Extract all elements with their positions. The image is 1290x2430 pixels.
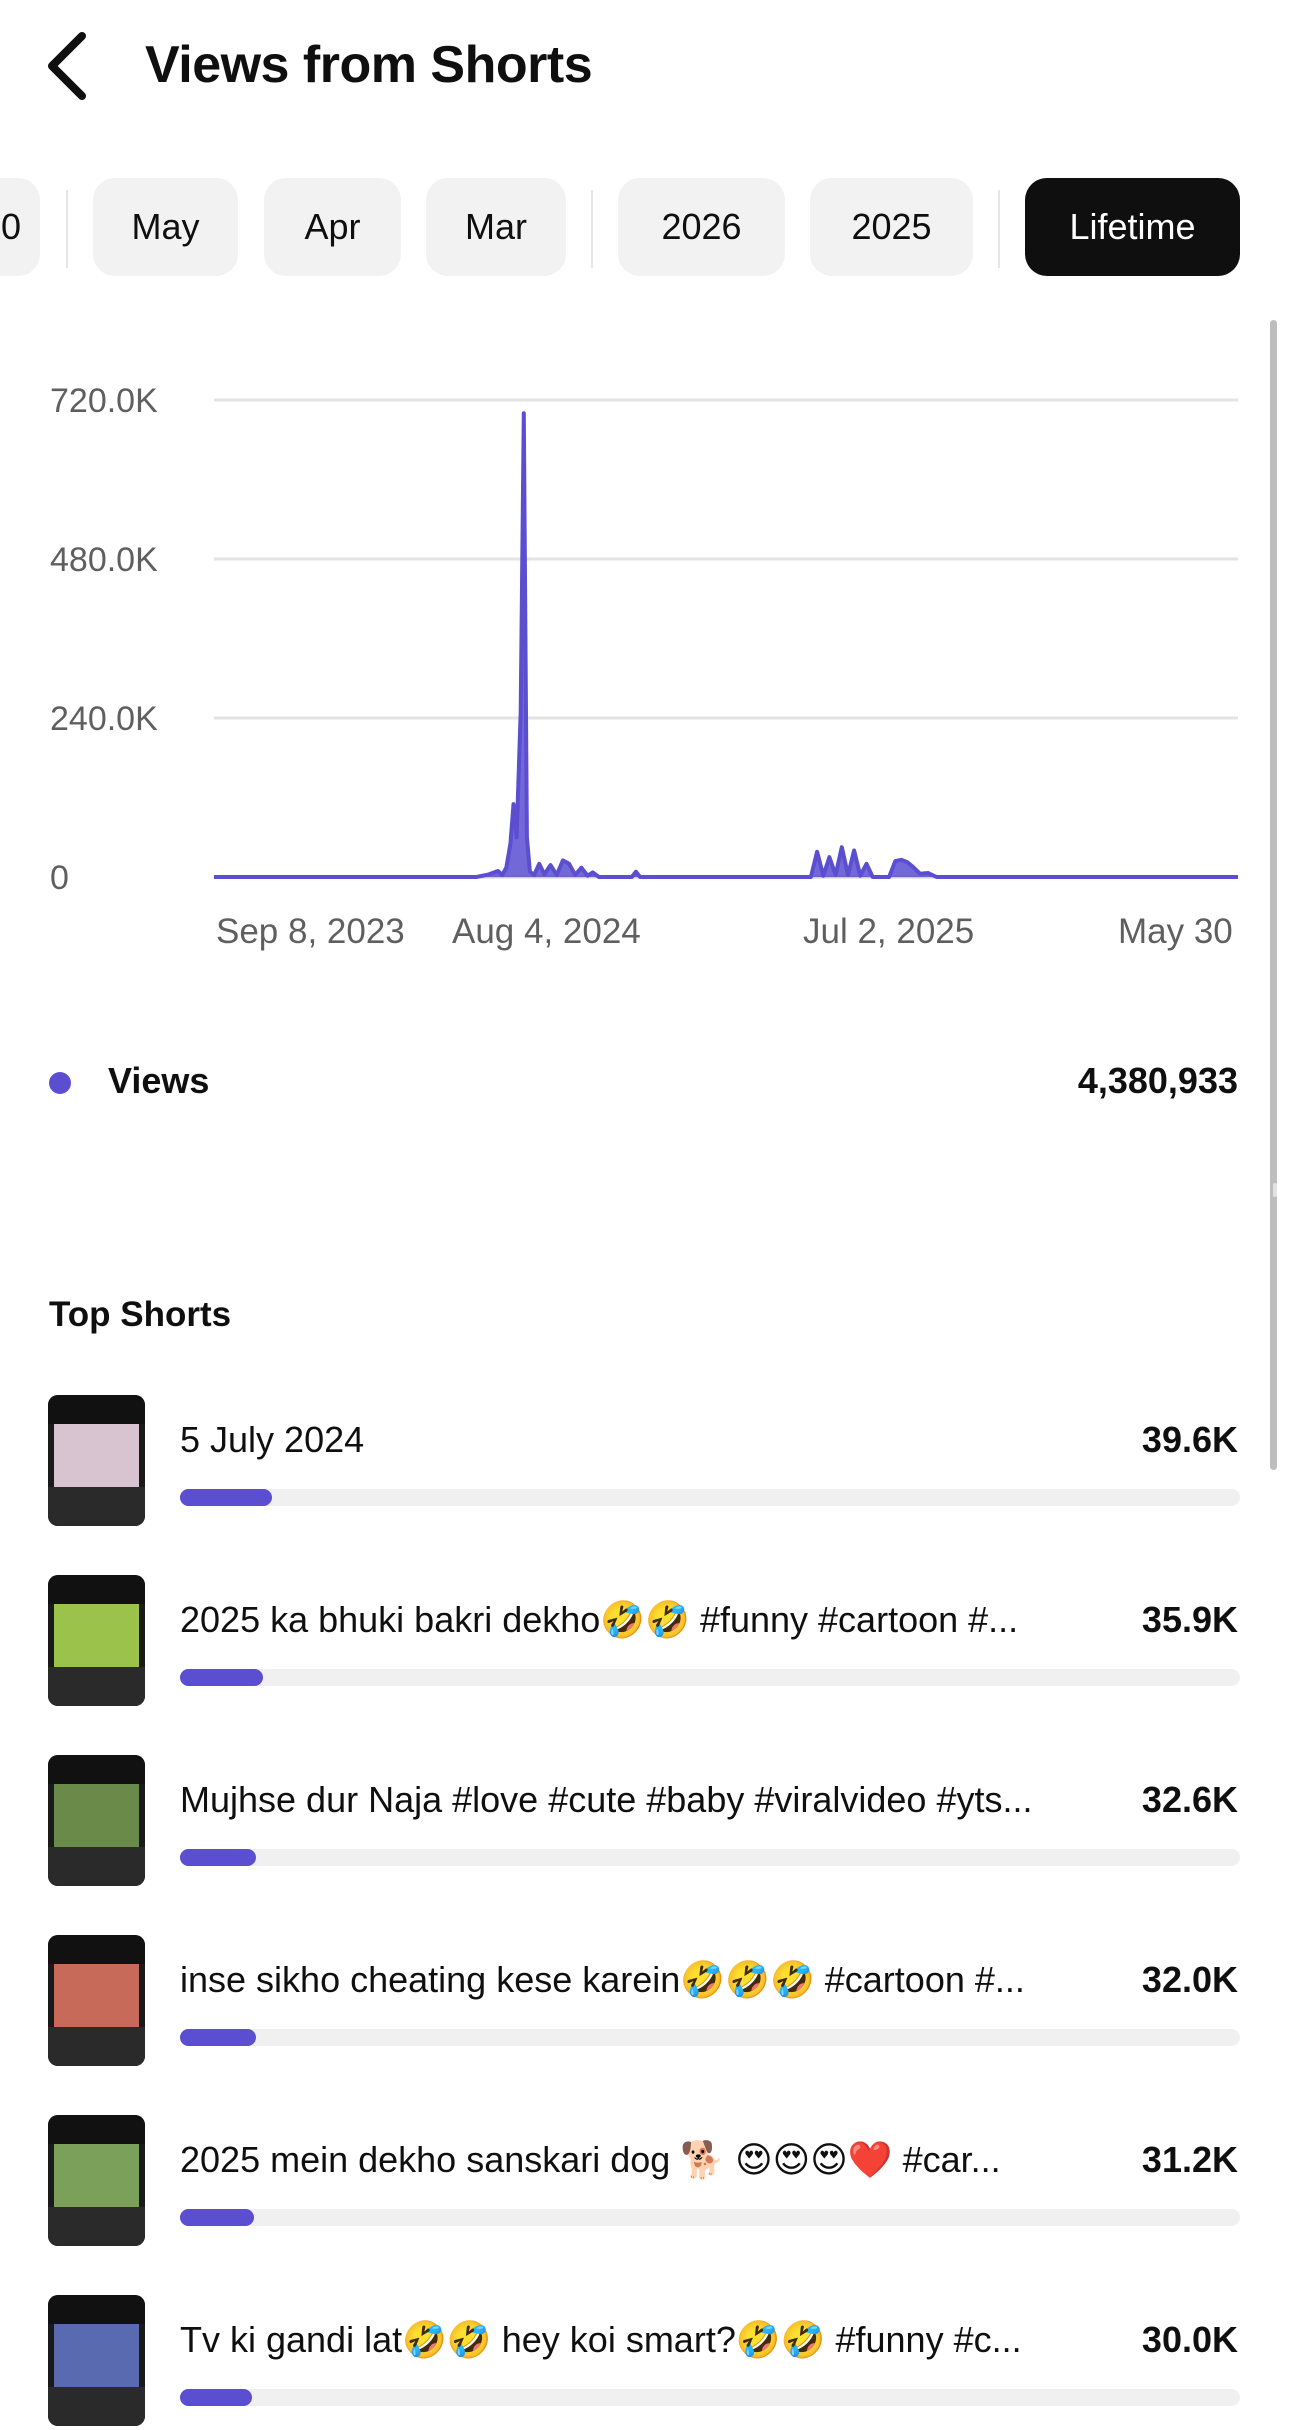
y-tick-label: 720.0K — [50, 382, 158, 420]
x-tick-label: Jul 2, 2025 — [803, 912, 974, 951]
views-bar-fill — [180, 2029, 257, 2046]
thumbnail-bottom — [48, 1486, 145, 1526]
chip-divider — [591, 190, 593, 268]
chart-svg: 720.0K 480.0K 240.0K 0 Sep 8, 2023 Aug 4, 202… — [50, 382, 1238, 951]
chip-partial[interactable]: 0 — [0, 178, 40, 276]
chip-2026[interactable]: 2026 — [618, 178, 785, 276]
x-tick-label: May 30 — [1118, 912, 1233, 951]
video-thumbnail[interactable] — [48, 2115, 145, 2246]
short-views: 39.6K — [1141, 1419, 1238, 1460]
short-title: inse sikho cheating kese karein🤣🤣🤣 #cart… — [180, 1959, 1025, 2000]
thumbnail-bottom — [48, 2206, 145, 2246]
chip-divider — [66, 190, 68, 268]
y-tick-label: 0 — [50, 859, 69, 897]
scrollbar-marker — [1273, 1183, 1277, 1197]
views-bar-track — [180, 1669, 1240, 1686]
views-bar-track — [180, 2209, 1240, 2226]
views-bar-fill — [180, 2389, 253, 2406]
video-thumbnail[interactable] — [48, 1935, 145, 2066]
thumbnail-top — [48, 1935, 145, 1964]
chip-apr[interactable]: Apr — [264, 178, 401, 276]
list-item[interactable]: inse sikho cheating kese karein🤣🤣🤣 #cart… — [0, 1935, 1290, 2070]
views-bar-track — [180, 1489, 1240, 1506]
x-tick-label: Sep 8, 2023 — [216, 912, 405, 951]
views-bar-fill — [180, 1489, 273, 1506]
video-thumbnail[interactable] — [48, 1395, 145, 1526]
views-bar-track — [180, 2029, 1240, 2046]
list-item[interactable]: 2025 ka bhuki bakri dekho🤣🤣 #funny #cart… — [0, 1575, 1290, 1710]
section-title-top-shorts: Top Shorts — [49, 1295, 232, 1334]
series-area — [214, 413, 1238, 877]
thumbnail-image — [53, 2143, 140, 2207]
video-thumbnail[interactable] — [48, 1575, 145, 1706]
thumbnail-top — [48, 2115, 145, 2144]
chart-legend: Views 4,380,933 — [0, 1050, 1290, 1110]
views-bar-fill — [180, 2209, 255, 2226]
page-title: Views from Shorts — [145, 36, 593, 94]
chevron-left-icon — [48, 32, 86, 100]
thumbnail-top — [48, 1395, 145, 1424]
thumbnail-image — [53, 1603, 140, 1667]
thumbnail-top — [48, 2295, 145, 2324]
views-bar-fill — [180, 1849, 257, 1866]
legend-dot — [49, 1072, 71, 1094]
views-bar-fill — [180, 1669, 263, 1686]
x-tick-label: Aug 4, 2024 — [452, 912, 641, 951]
video-thumbnail[interactable] — [48, 2295, 145, 2426]
short-title: Tv ki gandi lat🤣🤣 hey koi smart?🤣🤣 #funn… — [180, 2319, 1022, 2360]
y-tick-label: 480.0K — [50, 541, 158, 579]
views-chart: 720.0K 480.0K 240.0K 0 Sep 8, 2023 Aug 4, 202… — [0, 340, 1290, 980]
list-item[interactable]: Tv ki gandi lat🤣🤣 hey koi smart?🤣🤣 #funn… — [0, 2295, 1290, 2430]
short-views: 35.9K — [1141, 1599, 1238, 1640]
list-item[interactable]: 5 July 2024 39.6K — [0, 1395, 1290, 1530]
thumbnail-image — [53, 1423, 140, 1487]
thumbnail-bottom — [48, 1666, 145, 1706]
list-item[interactable]: Mujhse dur Naja #love #cute #baby #viral… — [0, 1755, 1290, 1890]
legend-label: Views — [108, 1060, 210, 1101]
short-title: 2025 ka bhuki bakri dekho🤣🤣 #funny #cart… — [180, 1599, 1019, 1640]
short-title: Mujhse dur Naja #love #cute #baby #viral… — [180, 1779, 1033, 1820]
views-bar-track — [180, 2389, 1240, 2406]
short-views: 32.0K — [1141, 1959, 1238, 2000]
list-item[interactable]: 2025 mein dekho sanskari dog 🐕 😍😍😍❤️ #ca… — [0, 2115, 1290, 2250]
thumbnail-bottom — [48, 1846, 145, 1886]
short-title: 5 July 2024 — [180, 1419, 365, 1460]
thumbnail-image — [53, 1963, 140, 2027]
thumbnail-top — [48, 1755, 145, 1784]
chip-lifetime[interactable]: Lifetime — [1025, 178, 1240, 276]
thumbnail-image — [53, 2323, 140, 2387]
y-tick-label: 240.0K — [50, 700, 158, 738]
short-views: 32.6K — [1141, 1779, 1238, 1820]
series-line-views — [214, 411, 1238, 879]
video-thumbnail[interactable] — [48, 1755, 145, 1886]
period-filter-chips: 0 May Apr Mar 2026 2025 Lifetime — [0, 178, 1290, 278]
thumbnail-bottom — [48, 2386, 145, 2426]
short-title: 2025 mein dekho sanskari dog 🐕 😍😍😍❤️ #ca… — [180, 2139, 1001, 2180]
total-views: 4,380,933 — [1077, 1060, 1238, 1101]
back-button[interactable] — [40, 28, 96, 104]
chip-2025[interactable]: 2025 — [810, 178, 973, 276]
app-header: Views from Shorts — [0, 0, 1290, 140]
short-views: 31.2K — [1141, 2139, 1238, 2180]
short-views: 30.0K — [1141, 2319, 1238, 2360]
chip-mar[interactable]: Mar — [426, 178, 566, 276]
chip-divider — [998, 190, 1000, 268]
thumbnail-image — [53, 1783, 140, 1847]
chip-may[interactable]: May — [93, 178, 238, 276]
thumbnail-top — [48, 1575, 145, 1604]
views-bar-track — [180, 1849, 1240, 1866]
thumbnail-bottom — [48, 2026, 145, 2066]
